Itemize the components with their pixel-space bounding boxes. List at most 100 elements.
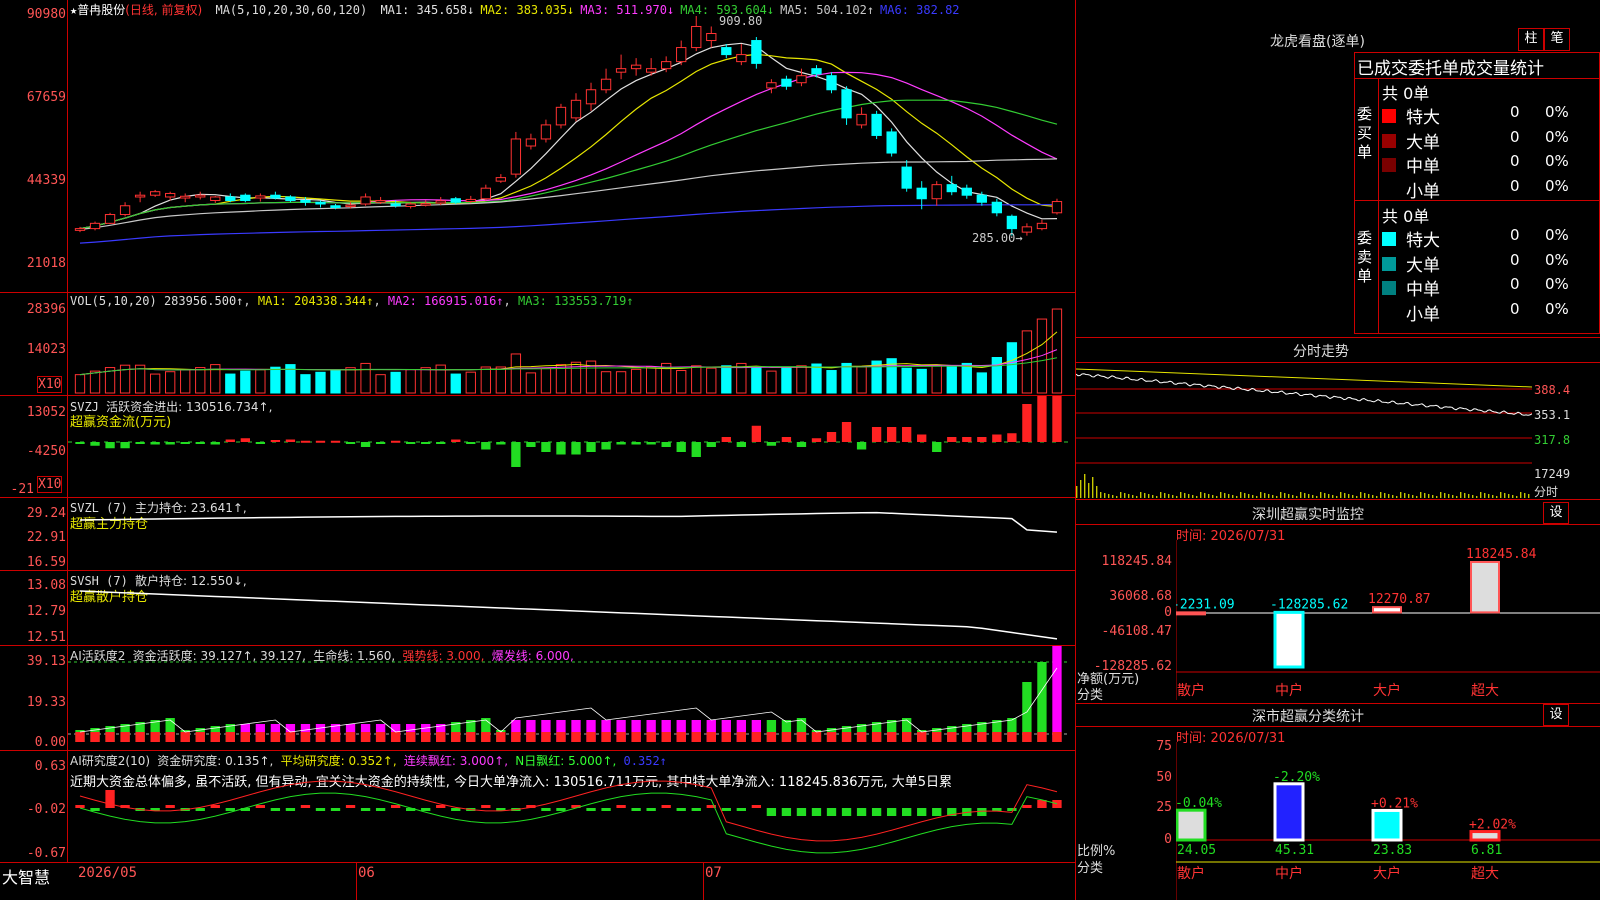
ss-settings-button[interactable]: 设 [1543, 704, 1569, 726]
minute-vol-bar [1112, 495, 1114, 498]
svzj-axis-2: -21 [10, 482, 34, 497]
flow-bar [300, 440, 311, 443]
activity-base [691, 732, 701, 742]
research-bar [616, 805, 626, 808]
candle [736, 54, 747, 63]
order-size-value: 0 [1510, 127, 1520, 146]
order-color-swatch [1382, 256, 1396, 271]
activity-base [841, 732, 852, 742]
candlestick-chart[interactable] [68, 0, 1075, 292]
minute-vol-bar [1376, 496, 1378, 498]
minute-vol-bar [1396, 496, 1398, 498]
flow-bar [390, 440, 401, 443]
activity-base [315, 732, 326, 742]
minute-vol-bar [1328, 494, 1330, 498]
flow-bar [360, 442, 371, 447]
minute-vol-bar [1200, 492, 1202, 498]
flow-bar [977, 437, 987, 442]
flow-bar [180, 442, 190, 444]
sz-settings-button[interactable]: 设 [1543, 502, 1569, 524]
candle [104, 214, 116, 224]
candle [119, 205, 131, 216]
candle [89, 222, 101, 230]
candle [195, 194, 206, 198]
candle [510, 138, 522, 175]
label-col-divider [1378, 78, 1379, 334]
flow-bar [511, 442, 521, 467]
activity-base [255, 732, 266, 742]
volume-bar [781, 367, 792, 394]
flow-bar [496, 442, 506, 445]
research-chart[interactable] [68, 751, 1075, 862]
ma-line-4 [79, 99, 1058, 230]
volume-bar [706, 367, 717, 394]
order-color-swatch [1382, 305, 1396, 320]
volume-bar [315, 371, 326, 394]
retail-position-chart[interactable] [68, 571, 1075, 645]
bar-view-button[interactable]: 柱 [1518, 28, 1544, 51]
fund-flow-chart[interactable] [68, 396, 1075, 497]
sz-axis-label: 118245.84 [1101, 554, 1172, 569]
sz-header-line [1076, 524, 1600, 525]
candle [615, 68, 627, 73]
activity-base [721, 732, 731, 742]
activity-base [165, 732, 175, 742]
minute-vol-bar [1188, 494, 1190, 498]
minute-vol-bar [1204, 493, 1206, 498]
minute-vol-bar [1360, 492, 1362, 498]
minute-vol-bar [1420, 492, 1422, 498]
candle [134, 194, 146, 198]
order-color-swatch [1382, 133, 1396, 148]
order-size-pct: 0% [1545, 152, 1569, 170]
candle [751, 40, 762, 64]
minute-vol-bar [1408, 494, 1410, 498]
activity-base [406, 732, 416, 742]
minute-vol-bar [1456, 496, 1458, 498]
order-size-pct: 0% [1545, 127, 1569, 146]
candle [375, 199, 386, 203]
volume-bar [946, 365, 957, 394]
minute-vol-bar [1356, 496, 1358, 498]
flow-bar [165, 442, 175, 445]
minute-vol-bar [1088, 483, 1090, 498]
volume-bar [826, 370, 837, 394]
tick-view-button[interactable]: 笔 [1544, 28, 1570, 51]
minute-avg-line [1076, 368, 1532, 388]
order-size-name: 中单 [1406, 280, 1440, 300]
flow-bar [616, 442, 626, 445]
activity-base [556, 732, 566, 742]
minute-vol-bar [1436, 496, 1438, 498]
research-bar [586, 808, 596, 811]
research-bar [390, 805, 401, 808]
candle [916, 187, 927, 200]
minute-axis-2: 317.8 [1534, 433, 1571, 447]
volume-bar [916, 368, 927, 394]
order-size-pct: 0% [1545, 299, 1569, 318]
flow-bar [466, 442, 476, 444]
sz-axis-label: 36068.68 [1109, 589, 1172, 604]
candle [360, 196, 371, 205]
minute-vol-bar [1120, 492, 1122, 498]
research-bar [1007, 808, 1017, 811]
sz-category: 中户 [1275, 682, 1303, 699]
ss-ylabel2: 分类 [1077, 861, 1104, 876]
main-position-chart[interactable] [68, 498, 1075, 570]
sz-net-bar-chart[interactable]: -2231.09 散户 -128285.62 中户 12270.87 大户 118245.8… [1176, 540, 1600, 700]
research-bar [270, 808, 281, 811]
minute-vol-bar [1132, 495, 1134, 498]
flow-bar [841, 422, 852, 442]
ai2-axis-1: -0.02 [26, 802, 66, 817]
volume-chart[interactable] [68, 293, 1075, 395]
brand-logo[interactable]: 大智慧 [2, 864, 50, 888]
research-bar [541, 808, 551, 811]
intraday-chart[interactable] [1076, 363, 1532, 499]
sz-ylabel2: 分类 [1077, 688, 1104, 703]
minute-vol-bar [1316, 496, 1318, 498]
minute-vol-bar [1512, 495, 1514, 498]
ss-category: 中户 [1275, 865, 1303, 882]
research-bar [75, 805, 85, 808]
order-color-swatch [1382, 109, 1396, 123]
activity-chart[interactable] [68, 646, 1075, 750]
ss-ratio-bar-chart[interactable]: -0.04% 24.05 散户 -2.20% 45.31 中户 +0.21% 23.83 大户 +… [1176, 742, 1600, 900]
flow-bar [932, 442, 942, 452]
